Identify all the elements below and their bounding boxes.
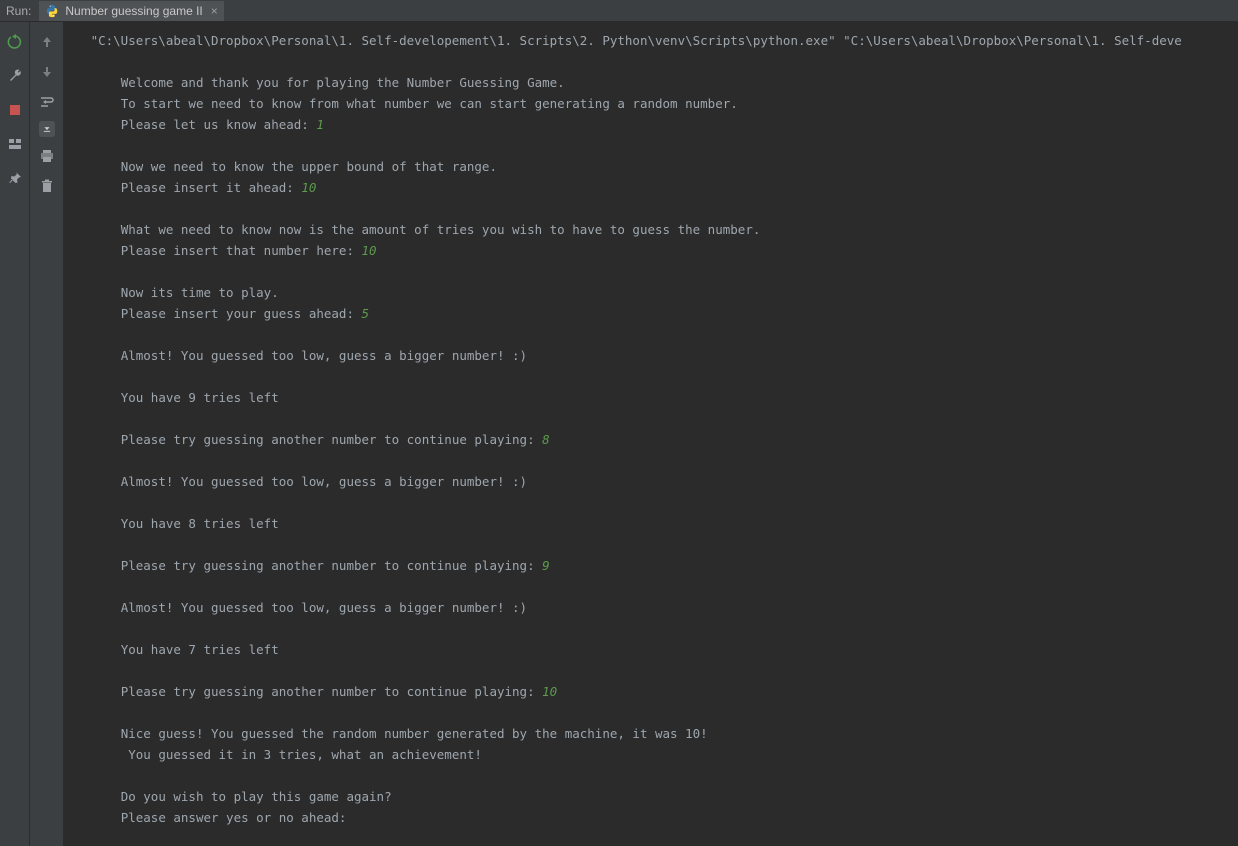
user-input-value: 8: [542, 432, 550, 447]
console-text: Do you wish to play this game again?: [121, 789, 392, 804]
console-line: Please insert your guess ahead: 5: [68, 303, 1238, 324]
console-text: Nice guess! You guessed the random numbe…: [121, 726, 708, 741]
trash-icon[interactable]: [39, 178, 55, 194]
console-line: What we need to know now is the amount o…: [68, 219, 1238, 240]
console-text: You have 8 tries left: [121, 516, 279, 531]
console-line: [68, 492, 1238, 513]
console-line: Please try guessing another number to co…: [68, 681, 1238, 702]
console-line: [68, 135, 1238, 156]
console-line: Almost! You guessed too low, guess a big…: [68, 345, 1238, 366]
console-text: Please insert it ahead:: [121, 180, 302, 195]
console-text: Please insert your guess ahead:: [121, 306, 362, 321]
console-text: Please insert that number here:: [121, 243, 362, 258]
console-line: You have 8 tries left: [68, 513, 1238, 534]
console-text: Almost! You guessed too low, guess a big…: [121, 348, 527, 363]
wrench-icon[interactable]: [7, 68, 23, 84]
console-text: Please try guessing another number to co…: [121, 684, 542, 699]
run-toolbar-primary: [0, 22, 30, 846]
console-line: Now we need to know the upper bound of t…: [68, 156, 1238, 177]
console-line: [68, 450, 1238, 471]
console-text: You have 7 tries left: [121, 642, 279, 657]
console-line: "C:\Users\abeal\Dropbox\Personal\1. Self…: [68, 30, 1238, 51]
console-line: Nice guess! You guessed the random numbe…: [68, 723, 1238, 744]
user-input-value: 10: [542, 684, 557, 699]
console-line: You have 7 tries left: [68, 639, 1238, 660]
user-input-value: 1: [316, 117, 324, 132]
user-input-value: 9: [542, 558, 550, 573]
console-text: To start we need to know from what numbe…: [121, 96, 738, 111]
console-line: Please try guessing another number to co…: [68, 429, 1238, 450]
run-tab-title: Number guessing game II: [65, 4, 202, 18]
console-line: [68, 660, 1238, 681]
console-line: To start we need to know from what numbe…: [68, 93, 1238, 114]
console-text: What we need to know now is the amount o…: [121, 222, 761, 237]
console-text: Please try guessing another number to co…: [121, 558, 542, 573]
console-text: Now we need to know the upper bound of t…: [121, 159, 497, 174]
soft-wrap-icon[interactable]: [39, 94, 55, 110]
console-text: You guessed it in 3 tries, what an achie…: [121, 747, 482, 762]
scroll-to-end-icon[interactable]: [39, 121, 55, 137]
console-line: [68, 702, 1238, 723]
console-line: [68, 408, 1238, 429]
run-label: Run:: [6, 4, 31, 18]
console-line: Please answer yes or no ahead:: [68, 807, 1238, 828]
run-toolbar-secondary: [30, 22, 64, 846]
run-tabstrip: Run: Number guessing game II ×: [0, 0, 1238, 22]
console-text: Almost! You guessed too low, guess a big…: [121, 600, 527, 615]
console-line: [68, 576, 1238, 597]
console-text: Almost! You guessed too low, guess a big…: [121, 474, 527, 489]
print-icon[interactable]: [39, 148, 55, 164]
python-file-icon: [45, 4, 59, 18]
console-line: You have 9 tries left: [68, 387, 1238, 408]
console-text: Please answer yes or no ahead:: [121, 810, 347, 825]
pin-icon[interactable]: [7, 170, 23, 186]
console-line: Please insert that number here: 10: [68, 240, 1238, 261]
user-input-value: 10: [362, 243, 377, 258]
user-input-value: 5: [362, 306, 370, 321]
console-line: Welcome and thank you for playing the Nu…: [68, 72, 1238, 93]
user-input-value: 10: [301, 180, 316, 195]
console-line: Please insert it ahead: 10: [68, 177, 1238, 198]
console-line: Almost! You guessed too low, guess a big…: [68, 471, 1238, 492]
stop-icon[interactable]: [7, 102, 23, 118]
arrow-up-icon[interactable]: [39, 34, 55, 50]
console-line: [68, 765, 1238, 786]
console-text: Please try guessing another number to co…: [121, 432, 542, 447]
console-line: [68, 534, 1238, 555]
console-output[interactable]: "C:\Users\abeal\Dropbox\Personal\1. Self…: [64, 22, 1238, 846]
console-line: You guessed it in 3 tries, what an achie…: [68, 744, 1238, 765]
console-line: [68, 618, 1238, 639]
rerun-icon[interactable]: [7, 34, 23, 50]
console-line: [68, 324, 1238, 345]
console-line: Please try guessing another number to co…: [68, 555, 1238, 576]
console-text: Please let us know ahead:: [121, 117, 317, 132]
close-tab-icon[interactable]: ×: [211, 4, 218, 18]
layout-icon[interactable]: [7, 136, 23, 152]
console-line: [68, 51, 1238, 72]
console-line: Please let us know ahead: 1: [68, 114, 1238, 135]
console-text: Now its time to play.: [121, 285, 279, 300]
console-line: Now its time to play.: [68, 282, 1238, 303]
console-line: [68, 261, 1238, 282]
run-tab-active[interactable]: Number guessing game II ×: [39, 1, 223, 21]
console-line: [68, 198, 1238, 219]
console-text: Welcome and thank you for playing the Nu…: [121, 75, 565, 90]
console-text: You have 9 tries left: [121, 390, 279, 405]
console-line: [68, 366, 1238, 387]
console-text: "C:\Users\abeal\Dropbox\Personal\1. Self…: [91, 33, 1182, 48]
console-line: Almost! You guessed too low, guess a big…: [68, 597, 1238, 618]
arrow-down-icon[interactable]: [39, 64, 55, 80]
console-line: Do you wish to play this game again?: [68, 786, 1238, 807]
